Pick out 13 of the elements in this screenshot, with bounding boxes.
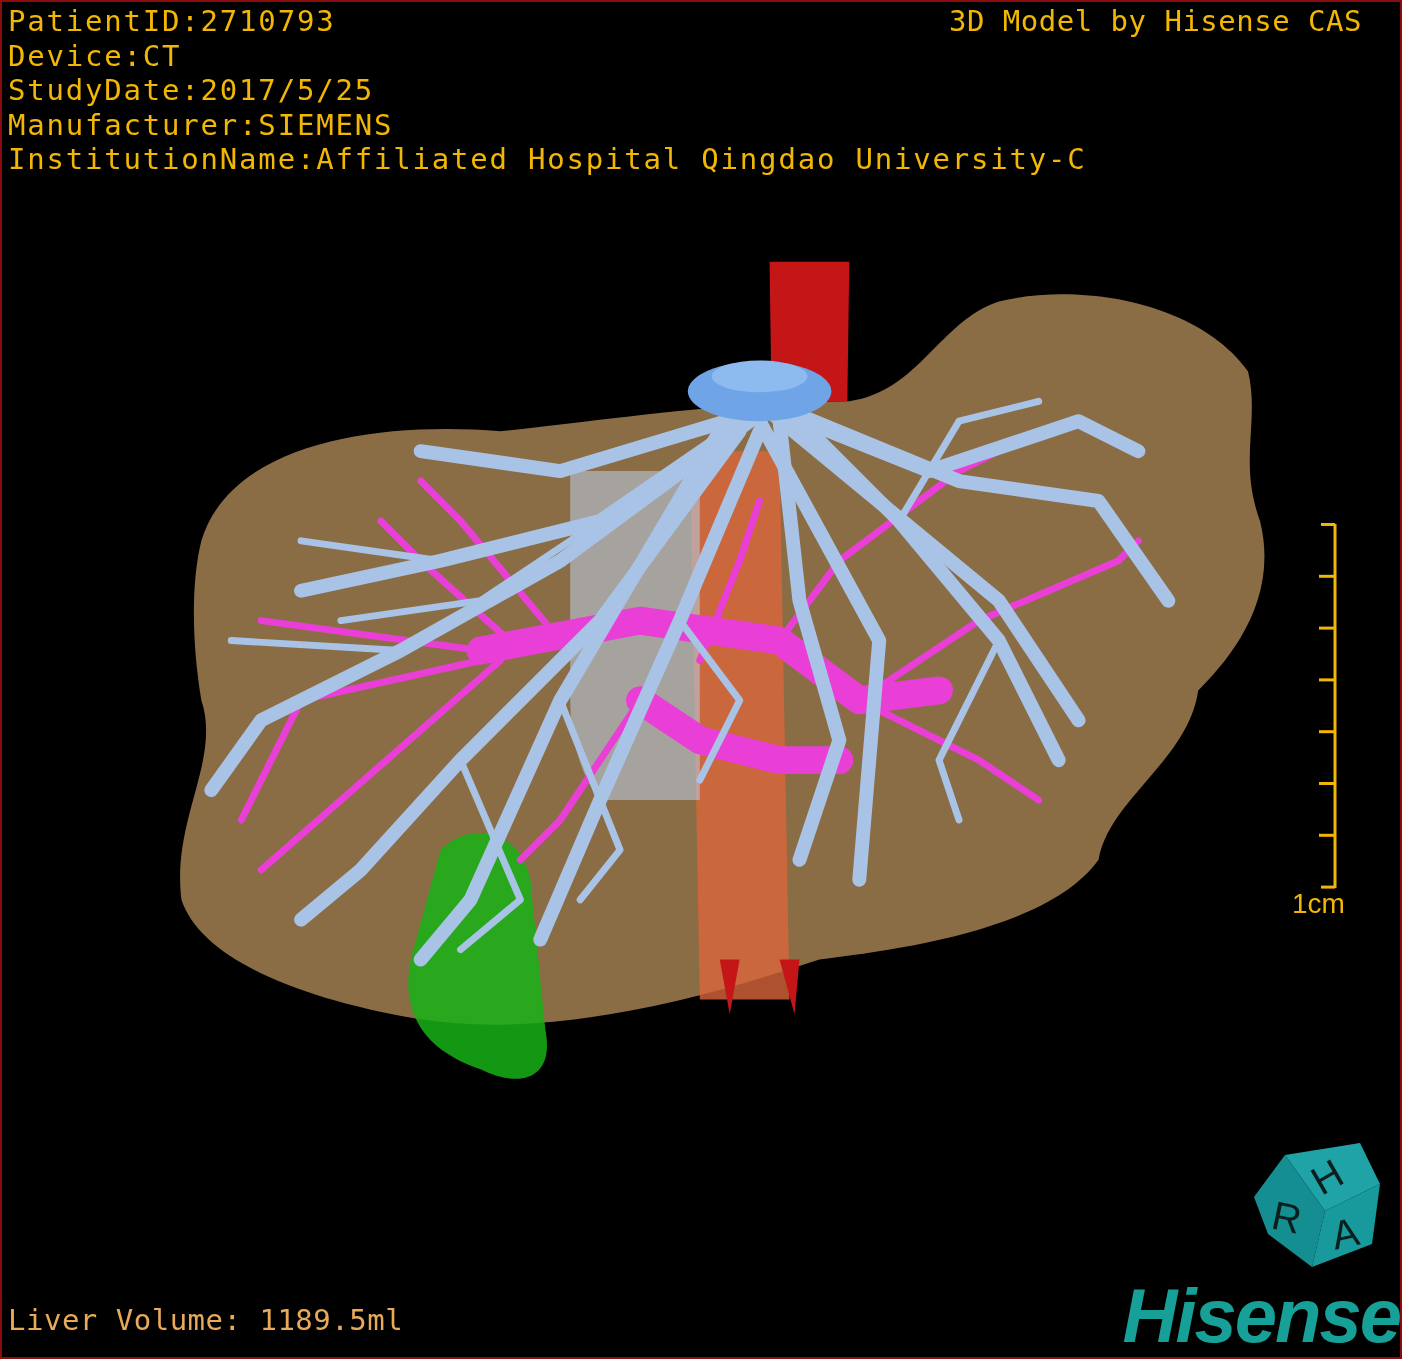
cube-face-label: H bbox=[1303, 1150, 1351, 1204]
info-text: PatientID:2710793 bbox=[8, 4, 336, 39]
cube-face-label: A bbox=[1327, 1209, 1363, 1258]
scale-label: 1cm bbox=[1292, 889, 1345, 919]
info-text: InstitutionName:Affiliated Hospital Qingdao University-C bbox=[8, 142, 1087, 177]
info-text: StudyDate:2017/5/25 bbox=[8, 73, 374, 108]
cube-face-label: R bbox=[1268, 1192, 1306, 1242]
brand-logo: Hisense bbox=[1122, 1283, 1400, 1349]
info-text: Manufacturer:SIEMENS bbox=[8, 107, 394, 142]
info-text: Device:CT bbox=[8, 38, 182, 73]
orientation-cube[interactable]: H R A bbox=[1250, 1139, 1382, 1269]
viewer-title: 3D Model by Hisense CAS bbox=[948, 4, 1362, 39]
volume-text: Liver Volume: 1189.5ml bbox=[8, 1303, 404, 1337]
